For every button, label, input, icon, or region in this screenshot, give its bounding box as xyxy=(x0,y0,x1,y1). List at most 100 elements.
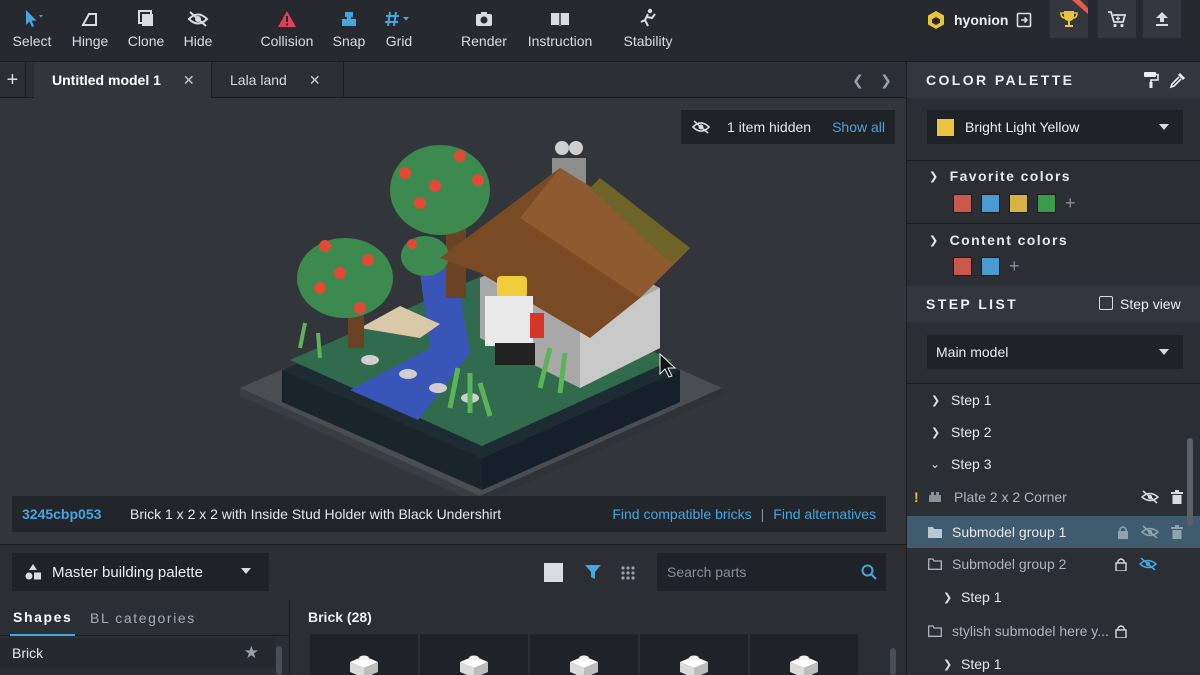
palette-name: Master building palette xyxy=(52,563,203,581)
chevron-left-icon[interactable]: ❮ xyxy=(844,62,872,98)
brick-thumbnail xyxy=(570,655,598,675)
close-icon[interactable]: ✕ xyxy=(183,72,195,89)
trophy-button[interactable] xyxy=(1050,0,1088,38)
find-compatible-link[interactable]: Find compatible bricks xyxy=(612,506,751,522)
logout-icon[interactable] xyxy=(1016,12,1032,28)
part-row[interactable]: ! Plate 2 x 2 Corner xyxy=(907,481,1200,513)
divider xyxy=(907,160,1200,161)
tab-untitled-model-1[interactable]: Untitled model 1 ✕ xyxy=(34,62,212,98)
step-list-title: STEP LIST xyxy=(926,296,1019,312)
chevron-right-icon[interactable]: ❯ xyxy=(931,426,951,439)
submodel-row[interactable]: Submodel group 2 xyxy=(907,548,1200,580)
book-icon xyxy=(551,13,569,26)
cart-button[interactable] xyxy=(1098,0,1136,38)
3d-viewport[interactable]: 1 item hidden Show all 3245cbp053 Brick … xyxy=(0,98,906,544)
step-view-label: Step view xyxy=(1120,296,1181,312)
instruction-tool[interactable]: Instruction xyxy=(525,0,595,62)
show-all-link[interactable]: Show all xyxy=(832,119,885,135)
trash-icon[interactable] xyxy=(1171,525,1183,539)
upload-button[interactable] xyxy=(1143,0,1181,38)
palette-dropdown[interactable]: Master building palette xyxy=(12,553,269,591)
find-alternatives-link[interactable]: Find alternatives xyxy=(773,506,876,522)
hide-tool[interactable]: Hide xyxy=(178,0,218,62)
step-label: Step 1 xyxy=(961,589,1002,605)
tab-bl-categories[interactable]: BL categories xyxy=(90,600,196,636)
lock-icon[interactable] xyxy=(1115,624,1127,638)
color-swatch[interactable] xyxy=(1009,194,1028,213)
submodel-row-selected[interactable]: Submodel group 1 xyxy=(907,516,1200,548)
grid-tool[interactable]: Grid xyxy=(380,0,418,62)
search-icon[interactable] xyxy=(861,564,877,580)
add-color-icon[interactable]: + xyxy=(1065,194,1076,213)
chevron-right-icon[interactable]: ❯ xyxy=(931,394,951,407)
render-label: Render xyxy=(461,33,507,49)
eye-off-icon[interactable] xyxy=(1139,557,1157,571)
tab-label: Untitled model 1 xyxy=(52,72,161,88)
scrollbar[interactable] xyxy=(890,648,896,675)
snap-tool[interactable]: Snap xyxy=(330,0,368,62)
paint-roller-icon[interactable] xyxy=(1143,71,1159,89)
shape-item-brick[interactable]: Brick ★ xyxy=(0,638,275,668)
close-icon[interactable]: ✕ xyxy=(309,72,321,89)
color-square-icon[interactable] xyxy=(544,563,563,582)
color-select-dropdown[interactable]: Bright Light Yellow xyxy=(927,110,1183,144)
step-row[interactable]: ❯ Step 1 xyxy=(907,581,1200,613)
step-row[interactable]: ❯ Step 1 xyxy=(907,384,1200,416)
scrollbar[interactable] xyxy=(276,646,282,675)
add-tab-button[interactable]: + xyxy=(0,62,26,98)
submodel-row[interactable]: stylish submodel here y... xyxy=(907,615,1200,647)
star-icon[interactable]: ★ xyxy=(244,643,259,663)
stability-label: Stability xyxy=(623,33,673,49)
search-parts-input[interactable] xyxy=(657,553,886,591)
step-row[interactable]: ❯ Step 1 xyxy=(907,648,1200,675)
color-swatch[interactable] xyxy=(1037,194,1056,213)
part-tile[interactable] xyxy=(310,634,418,675)
add-color-icon[interactable]: + xyxy=(1009,257,1020,276)
color-swatch[interactable] xyxy=(981,257,1000,276)
user-account[interactable]: hyonion xyxy=(926,8,1032,32)
tab-lala-land[interactable]: Lala land ✕ xyxy=(212,62,344,98)
eye-off-icon xyxy=(691,120,711,134)
clone-tool[interactable]: Clone xyxy=(126,0,166,62)
eye-off-icon[interactable] xyxy=(1141,490,1159,504)
color-swatch[interactable] xyxy=(953,257,972,276)
color-swatch[interactable] xyxy=(981,194,1000,213)
hinge-tool[interactable]: Hinge xyxy=(70,0,110,62)
warning-icon: ! xyxy=(914,489,919,505)
step-view-checkbox[interactable] xyxy=(1099,296,1113,310)
trash-icon[interactable] xyxy=(1171,490,1183,504)
scrollbar[interactable] xyxy=(1187,438,1193,526)
favorite-colors-toggle[interactable]: ❯ Favorite colors xyxy=(929,168,1071,184)
step-row[interactable]: ❯ Step 2 xyxy=(907,416,1200,448)
model-select-dropdown[interactable]: Main model xyxy=(927,335,1183,369)
lock-icon[interactable] xyxy=(1115,557,1127,571)
part-tile[interactable] xyxy=(750,634,858,675)
color-swatch[interactable] xyxy=(953,194,972,213)
shape-categories-panel: Shapes BL categories Brick ★ xyxy=(0,600,290,675)
select-tool[interactable]: Select xyxy=(12,0,52,62)
selected-color-swatch xyxy=(936,117,955,137)
render-tool[interactable]: Render xyxy=(460,0,508,62)
clone-icon xyxy=(138,10,153,26)
content-colors-toggle[interactable]: ❯ Content colors xyxy=(929,232,1068,248)
chevron-down-icon[interactable]: ⌄ xyxy=(930,457,951,471)
grid-view-icon[interactable] xyxy=(620,565,636,581)
brick-thumbnail xyxy=(680,655,708,675)
tab-shapes[interactable]: Shapes xyxy=(10,600,76,636)
collision-tool[interactable]: Collision xyxy=(258,0,316,62)
part-tile[interactable] xyxy=(530,634,638,675)
content-colors-title: Content colors xyxy=(949,232,1069,248)
chevron-right-icon[interactable]: ❯ xyxy=(943,591,961,604)
part-id-link[interactable]: 3245cbp053 xyxy=(22,506,130,522)
lock-icon[interactable] xyxy=(1117,525,1129,539)
filter-icon[interactable] xyxy=(584,564,602,581)
part-tile[interactable] xyxy=(640,634,748,675)
eye-off-icon[interactable] xyxy=(1141,525,1159,539)
chevron-right-icon[interactable]: ❯ xyxy=(943,658,961,671)
chevron-right-icon[interactable]: ❯ xyxy=(872,62,900,98)
color-palette-header: COLOR PALETTE xyxy=(907,62,1200,98)
eyedropper-icon[interactable] xyxy=(1169,71,1187,89)
stability-tool[interactable]: Stability xyxy=(620,0,676,62)
part-tile[interactable] xyxy=(420,634,528,675)
step-row[interactable]: ⌄ Step 3 xyxy=(907,448,1200,480)
